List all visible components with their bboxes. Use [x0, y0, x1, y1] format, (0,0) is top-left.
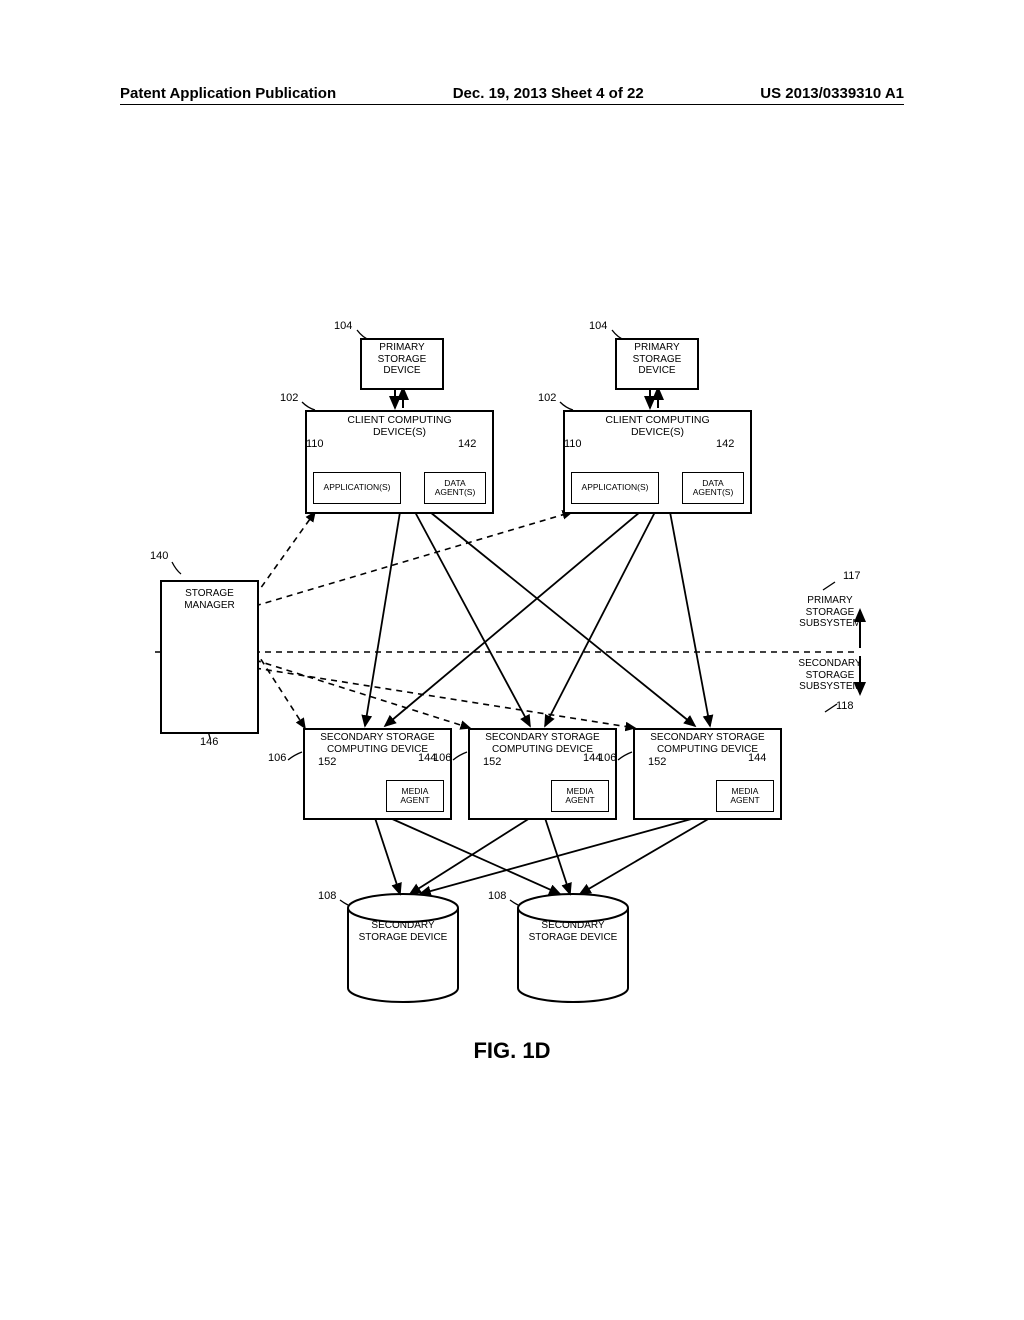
client-2-label: CLIENT COMPUTING DEVICE(S)	[563, 412, 752, 438]
ref-110-b: 110	[564, 438, 582, 450]
storage-manager-label: STORAGE MANAGER	[160, 582, 259, 611]
sscd-3: SECONDARY STORAGE COMPUTING DEVICE MEDIA…	[633, 728, 782, 820]
ref-117: 117	[843, 570, 861, 582]
figure-caption: FIG. 1D	[412, 1038, 612, 1064]
secondary-storage-device-1-label: SECONDARY STORAGE DEVICE	[348, 920, 458, 943]
ref-140: 140	[150, 550, 168, 562]
ref-146: 146	[200, 736, 218, 748]
secondary-storage-device-1-cylinder	[348, 894, 458, 1002]
secondary-storage-subsystem-label: SECONDARY STORAGE SUBSYSTEM	[788, 658, 872, 693]
sscd-2-media-agent: MEDIA AGENT	[551, 780, 609, 812]
ref-102-b: 102	[538, 392, 556, 404]
primary-storage-device-1-label: PRIMARY STORAGE DEVICE	[360, 340, 444, 377]
sscd-1-media-agent: MEDIA AGENT	[386, 780, 444, 812]
ref-142-a: 142	[458, 438, 476, 450]
ref-152-b: 152	[483, 756, 501, 768]
ref-142-b: 142	[716, 438, 734, 450]
primary-storage-device-1: PRIMARY STORAGE DEVICE	[360, 338, 444, 390]
storage-manager: STORAGE MANAGER	[160, 580, 259, 734]
ref-110-a: 110	[306, 438, 324, 450]
sscd-2: SECONDARY STORAGE COMPUTING DEVICE MEDIA…	[468, 728, 617, 820]
ref-118: 118	[836, 700, 854, 712]
ref-144-c: 144	[748, 752, 766, 764]
primary-storage-device-2-label: PRIMARY STORAGE DEVICE	[615, 340, 699, 377]
ref-102-a: 102	[280, 392, 298, 404]
header-right: US 2013/0339310 A1	[760, 85, 904, 102]
client-computing-device-1: CLIENT COMPUTING DEVICE(S) APPLICATION(S…	[305, 410, 494, 514]
ref-108-a: 108	[318, 890, 336, 902]
ref-104-b: 104	[589, 320, 607, 332]
primary-storage-subsystem-label: PRIMARY STORAGE SUBSYSTEM	[790, 595, 870, 630]
ref-108-b: 108	[488, 890, 506, 902]
client-1-label: CLIENT COMPUTING DEVICE(S)	[305, 412, 494, 438]
ref-144-a: 144	[418, 752, 436, 764]
ref-144-b: 144	[583, 752, 601, 764]
client-1-applications: APPLICATION(S)	[313, 472, 401, 504]
client-computing-device-2: CLIENT COMPUTING DEVICE(S) APPLICATION(S…	[563, 410, 752, 514]
secondary-storage-device-2-cylinder	[518, 894, 628, 1002]
header-mid: Dec. 19, 2013 Sheet 4 of 22	[453, 85, 644, 102]
ref-106-a: 106	[268, 752, 286, 764]
ref-152-c: 152	[648, 756, 666, 768]
sscd-3-media-agent: MEDIA AGENT	[716, 780, 774, 812]
header-left: Patent Application Publication	[120, 85, 336, 102]
primary-storage-device-2: PRIMARY STORAGE DEVICE	[615, 338, 699, 390]
client-2-applications: APPLICATION(S)	[571, 472, 659, 504]
client-2-data-agents: DATA AGENT(S)	[682, 472, 744, 504]
ref-152-a: 152	[318, 756, 336, 768]
sscd-1: SECONDARY STORAGE COMPUTING DEVICE MEDIA…	[303, 728, 452, 820]
client-1-data-agents: DATA AGENT(S)	[424, 472, 486, 504]
page-header: Patent Application Publication Dec. 19, …	[120, 80, 904, 105]
ref-104-a: 104	[334, 320, 352, 332]
secondary-storage-device-2-label: SECONDARY STORAGE DEVICE	[518, 920, 628, 943]
